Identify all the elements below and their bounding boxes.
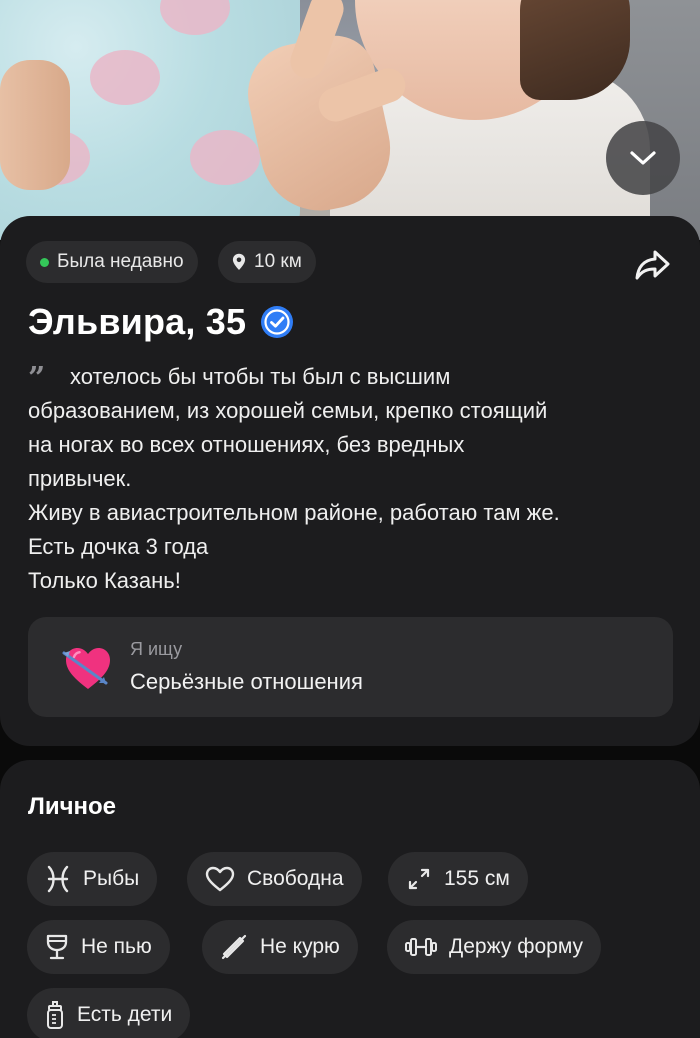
tag-label: Не курю <box>260 935 340 958</box>
profile-photo[interactable] <box>0 0 700 240</box>
name-row: Эльвира, 35 <box>28 300 294 344</box>
tag-label: Не пью <box>81 935 152 958</box>
quote-icon: ” <box>28 361 46 396</box>
bio-line: ” хотелось бы чтобы ты был с высшим <box>28 361 451 396</box>
bio-line: привычек. <box>28 466 132 491</box>
online-status-chip: Была недавно <box>26 241 198 283</box>
photo-arm-shape <box>0 60 70 190</box>
tag-label: Держу форму <box>449 935 584 958</box>
glass-icon <box>46 934 68 960</box>
pisces-icon <box>47 865 69 893</box>
location-pin-icon <box>232 253 246 270</box>
bio-line: Только Казань! <box>28 568 181 593</box>
tag-label: 155 см <box>444 867 510 890</box>
bio-line: на ногах во всех отношениях, без вредных <box>28 432 465 457</box>
no-smoking-icon <box>221 934 247 960</box>
looking-for-label: Я ищу <box>130 639 183 659</box>
baby-bottle-icon <box>47 1001 63 1029</box>
expand-profile-button[interactable] <box>606 121 680 195</box>
tag-height[interactable]: 155 см <box>388 852 528 906</box>
chevron-down-icon <box>630 151 656 165</box>
heart-outline-icon <box>205 866 235 892</box>
height-icon <box>408 868 430 890</box>
profile-bio: ” хотелось бы чтобы ты был с высшим образ… <box>28 360 678 598</box>
bio-line: образованием, из хорошей семьи, крепко с… <box>28 398 548 423</box>
tag-relationship[interactable]: Свободна <box>187 852 362 906</box>
tag-label: Свободна <box>247 867 344 890</box>
distance-label: 10 км <box>254 251 302 272</box>
tag-alcohol[interactable]: Не пью <box>27 920 170 974</box>
profile-screen: Была недавно 10 км Эльвира, 35 ” хотелось… <box>0 0 700 1038</box>
verified-badge-icon <box>261 306 294 338</box>
tag-children[interactable]: Есть дети <box>27 988 191 1038</box>
tag-zodiac[interactable]: Рыбы <box>27 852 158 906</box>
tag-smoking[interactable]: Не курю <box>202 920 358 974</box>
looking-for-value: Серьёзные отношения <box>130 669 363 694</box>
profile-name-age: Эльвира, 35 <box>28 301 247 342</box>
share-icon <box>635 250 670 280</box>
heart-arrow-icon <box>62 648 110 689</box>
bio-line: Живу в авиастроительном районе, работаю … <box>28 500 560 525</box>
tag-label: Рыбы <box>83 867 140 890</box>
share-button[interactable] <box>634 248 672 282</box>
bio-line: Есть дочка 3 года <box>28 534 209 559</box>
tag-fitness[interactable]: Держу форму <box>387 920 602 974</box>
personal-section-title: Личное <box>28 793 117 820</box>
online-status-label: Была недавно <box>57 251 184 272</box>
online-dot-icon <box>40 257 49 267</box>
looking-for-box: Я ищу Серьёзные отношения <box>28 617 673 717</box>
dumbbell-icon <box>405 938 437 956</box>
distance-chip: 10 км <box>218 241 316 283</box>
tag-label: Есть дети <box>77 1003 173 1026</box>
